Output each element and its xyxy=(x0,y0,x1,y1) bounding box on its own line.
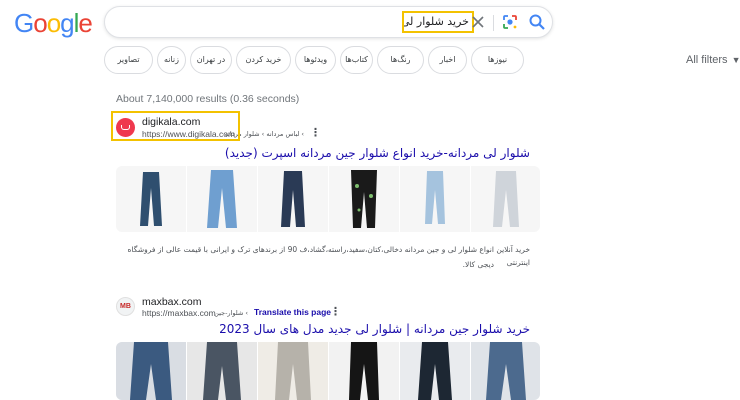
search-input[interactable]: خرید شلوار لی xyxy=(402,11,474,33)
digikala-favicon xyxy=(116,118,135,137)
chip-women[interactable]: زنانه xyxy=(157,46,186,74)
close-icon[interactable] xyxy=(471,15,485,29)
product-thumbnail[interactable] xyxy=(258,166,328,232)
chip-colors[interactable]: رنگ‌ها xyxy=(377,46,424,74)
result-title[interactable]: خرید شلوار جین مردانه | شلوار لی جدید مد… xyxy=(116,322,530,336)
chip-tehran[interactable]: در تهران xyxy=(190,46,232,74)
result-snippet: دیجی کالا. xyxy=(462,260,494,269)
chip-videos[interactable]: ویدئوها xyxy=(295,46,336,74)
all-filters-label: All filters xyxy=(686,54,728,66)
logo-letter: e xyxy=(78,8,93,38)
more-options-icon[interactable]: ⋮ xyxy=(310,128,321,139)
product-thumbnail[interactable] xyxy=(116,166,186,232)
logo-letter: G xyxy=(14,8,34,38)
search-bar[interactable]: خرید شلوار لی xyxy=(104,6,553,38)
chip-books[interactable]: کتاب‌ها xyxy=(340,46,373,74)
chip-news[interactable]: اخبار xyxy=(428,46,467,74)
result-breadcrumb: › لباس مردانه › شلوار مردانه xyxy=(224,130,304,138)
product-thumbnail[interactable] xyxy=(258,342,328,400)
result-site-name[interactable]: digikala.com xyxy=(142,116,200,128)
search-icon[interactable] xyxy=(528,13,546,31)
search-divider xyxy=(493,15,494,31)
result-url[interactable]: https://www.digikala.com xyxy=(142,129,235,139)
filter-chips: نیوزها اخبار رنگ‌ها کتاب‌ها ویدئوها خرید… xyxy=(104,46,524,74)
product-thumbnail[interactable] xyxy=(471,342,540,400)
maxbax-favicon: MB xyxy=(116,297,135,316)
result-breadcrumb: › شلوار-جین xyxy=(214,309,248,317)
product-thumbnail[interactable] xyxy=(400,166,470,232)
google-lens-icon[interactable] xyxy=(501,13,519,31)
chip-nioozha[interactable]: نیوزها xyxy=(471,46,524,74)
more-options-icon[interactable]: ⋮ xyxy=(330,307,341,318)
result-site-name[interactable]: maxbax.com xyxy=(142,296,202,308)
product-thumbnail[interactable] xyxy=(187,342,257,400)
all-filters-button[interactable]: All filters ▼ xyxy=(686,54,740,66)
google-logo[interactable]: Google xyxy=(14,8,93,38)
product-thumbnail[interactable] xyxy=(329,166,399,232)
image-strip xyxy=(116,342,540,400)
chip-images[interactable]: تصاویر xyxy=(104,46,153,74)
product-thumbnail[interactable] xyxy=(187,166,257,232)
product-thumbnail[interactable] xyxy=(471,166,540,232)
product-thumbnail[interactable] xyxy=(400,342,470,400)
results-stats: About 7,140,000 results (0.36 seconds) xyxy=(116,93,300,105)
product-thumbnail[interactable] xyxy=(116,342,186,400)
result-title[interactable]: شلوار لی مردانه-خرید انواع شلوار جین مرد… xyxy=(116,146,530,160)
chip-shopping[interactable]: خرید کردن xyxy=(236,46,291,74)
logo-letter: g xyxy=(60,8,75,38)
product-thumbnail[interactable] xyxy=(329,342,399,400)
logo-letter: o xyxy=(33,8,48,38)
chevron-down-icon: ▼ xyxy=(731,55,740,65)
logo-letter: o xyxy=(46,8,62,38)
translate-link[interactable]: Translate this page xyxy=(254,307,331,317)
image-strip xyxy=(116,166,540,232)
